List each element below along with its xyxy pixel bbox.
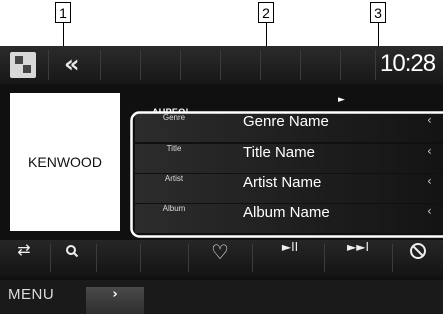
search-button[interactable] [52, 240, 92, 276]
play-pause-button[interactable]: ►II [260, 240, 320, 276]
menu-button[interactable]: MENU [8, 286, 54, 303]
search-icon [66, 244, 79, 257]
music-source-icon[interactable] [10, 52, 36, 78]
callout-1: 1 [55, 2, 71, 23]
genre-label: Genre [162, 113, 186, 122]
ban-button[interactable] [398, 240, 438, 276]
top-bar: « 10:28 [0, 46, 443, 84]
info-row-artist[interactable]: Artist Artist Name ‹ [135, 174, 443, 203]
info-row-title[interactable]: Title Title Name ‹ [135, 144, 443, 173]
album-value: Album Name [243, 204, 330, 221]
track-info-panel: Genre Genre Name ‹ Title Title Name ‹ Ar… [131, 112, 443, 234]
bottom-bar: MENU › [0, 280, 443, 314]
artist-label: Artist [164, 174, 184, 183]
callout-3: 3 [370, 2, 386, 23]
clock: 10:28 [380, 50, 436, 77]
genre-value: Genre Name [243, 113, 329, 130]
chevron-left-icon: ‹ [427, 204, 432, 218]
skip-button[interactable]: ►►I [330, 240, 386, 276]
head-unit-screen: « 10:28 KENWOOD AUPEO! ► Genre Genre Nam… [0, 46, 443, 314]
play-status-icon: ► [338, 95, 345, 105]
source-switch-button[interactable]: ⇄ [4, 240, 44, 276]
chevron-left-icon: ‹ [427, 144, 432, 158]
info-row-album[interactable]: Album Album Name ‹ [135, 204, 443, 233]
title-label: Title [166, 144, 182, 153]
artwork-label: KENWOOD [28, 154, 102, 170]
chevron-left-icon: ‹ [427, 174, 432, 188]
artist-value: Artist Name [243, 174, 322, 191]
title-value: Title Name [243, 144, 315, 161]
next-tab-button[interactable]: › [86, 287, 144, 314]
chevron-left-icon: ‹ [427, 113, 432, 127]
control-bar: ⇄ ♡ ►II ►►I [0, 240, 443, 276]
ban-icon [410, 242, 426, 259]
back-chevron-icon[interactable]: « [64, 50, 80, 78]
album-label: Album [162, 204, 186, 213]
love-button[interactable]: ♡ [198, 240, 242, 276]
album-artwork[interactable]: KENWOOD [10, 93, 120, 231]
callout-2: 2 [258, 2, 274, 23]
info-row-genre[interactable]: Genre Genre Name ‹ [135, 113, 443, 142]
